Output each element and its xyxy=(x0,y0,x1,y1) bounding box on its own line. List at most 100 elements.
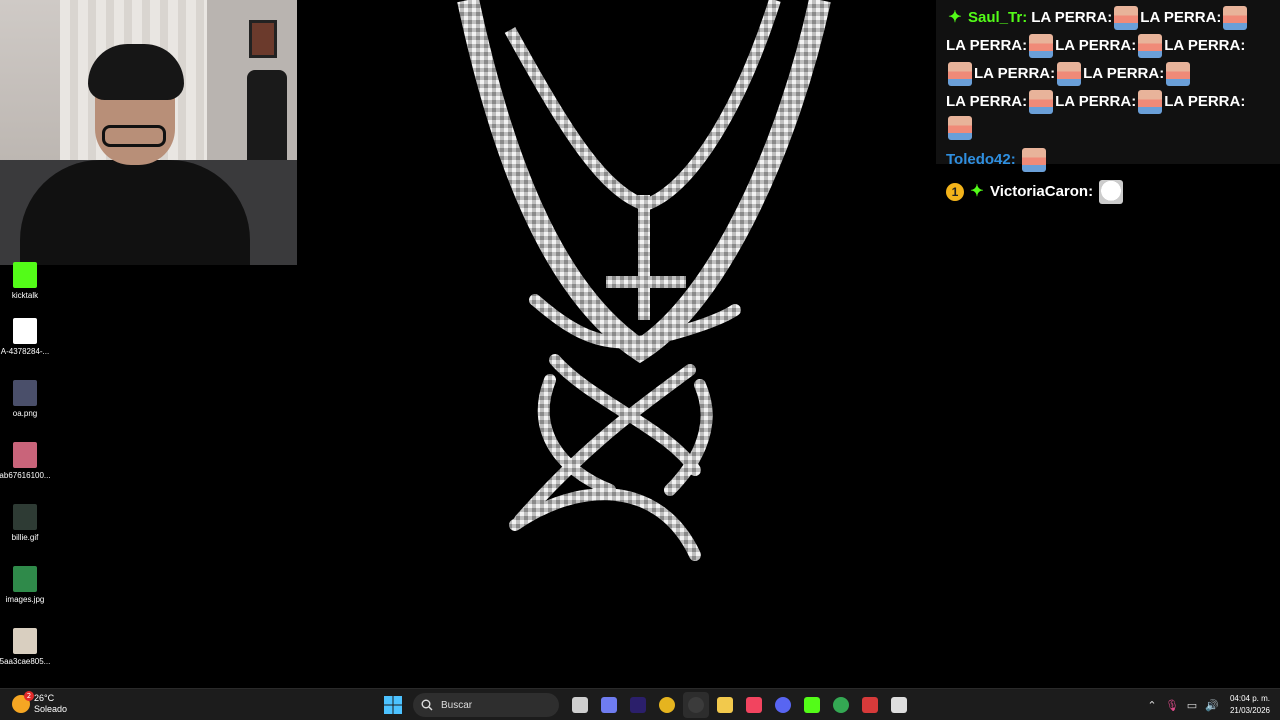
weather-condition: Soleado xyxy=(34,704,68,714)
sub-badge-icon: 1 xyxy=(946,183,964,201)
taskbar: 2 26°C Soleado Buscar ⌃ 🎙 ▭ 🔊 04:04 p. m… xyxy=(0,688,1280,720)
chat-text: LA PERRA: xyxy=(1031,9,1113,26)
gif-file-icon xyxy=(13,504,37,530)
weather-temp: 26°C xyxy=(34,693,55,703)
patrick-emote-icon xyxy=(948,62,972,86)
desktop-icon-label: oa.png xyxy=(12,409,38,418)
taskbar-app[interactable] xyxy=(682,692,709,718)
taskbar-app[interactable] xyxy=(596,692,622,718)
task-view-icon xyxy=(571,697,588,713)
taskbar-app[interactable] xyxy=(857,692,883,718)
app-icon xyxy=(890,697,907,713)
recorder-icon xyxy=(861,697,878,713)
chevron-up-icon[interactable]: ⌃ xyxy=(1142,692,1162,718)
clock[interactable]: 04:04 p. m. 21/03/2026 xyxy=(1230,693,1270,717)
desktop-icon-images[interactable]: images.jpg xyxy=(0,566,50,622)
image-file-icon xyxy=(13,628,37,654)
volume-icon[interactable]: 🔊 xyxy=(1202,692,1222,718)
monitor-icon[interactable]: ▭ xyxy=(1182,692,1202,718)
weather-widget[interactable]: 2 26°C Soleado xyxy=(12,691,68,715)
taskbar-app[interactable] xyxy=(799,692,825,718)
chat-message: ✦ Saul_Tr: LA PERRA: LA PERRA: LA PERRA:… xyxy=(946,4,1270,140)
premiere-icon xyxy=(629,697,646,713)
desktop: kicktalk A-4378284-... oa.png ab67616100… xyxy=(0,0,1280,688)
desktop-icon-ab676[interactable]: ab67616100... xyxy=(0,442,51,498)
clock-time: 04:04 p. m. xyxy=(1229,694,1270,703)
taskbar-app[interactable] xyxy=(828,692,854,718)
desktop-icon-billie[interactable]: billie.gif xyxy=(0,504,50,560)
clock-date: 21/03/2026 xyxy=(1229,706,1270,715)
search-placeholder: Buscar xyxy=(441,699,473,711)
desktop-icon-label: billie.gif xyxy=(11,533,39,542)
system-tray: ⌃ 🎙 ▭ 🔊 04:04 p. m. 21/03/2026 xyxy=(1142,692,1270,718)
copilot-icon xyxy=(600,697,617,713)
wall-picture xyxy=(249,20,277,58)
chat-message: Toledo42: xyxy=(946,146,1270,174)
desktop-icon-label: A-4378284-... xyxy=(0,347,50,356)
taskbar-app[interactable] xyxy=(770,692,796,718)
obs-icon xyxy=(687,697,704,713)
start-button[interactable] xyxy=(380,692,406,718)
taskbar-app[interactable] xyxy=(625,692,651,718)
patrick-emote-icon xyxy=(1029,34,1054,58)
chrome-profile-icon xyxy=(832,697,849,713)
patrick-emote-icon xyxy=(1114,6,1139,30)
notification-badge: 2 xyxy=(24,691,34,701)
chat-username[interactable]: Saul_Tr: xyxy=(968,4,1027,32)
desktop-icon-5aa3[interactable]: 5aa3cae805... xyxy=(0,628,50,684)
patrick-emote-icon xyxy=(1138,34,1163,58)
taskbar-app[interactable] xyxy=(741,692,767,718)
desktop-icon-label: kicktalk xyxy=(11,291,39,300)
desktop-icon-oa[interactable]: oa.png xyxy=(0,380,50,436)
video-file-icon xyxy=(13,318,37,344)
microphone-icon[interactable]: 🎙 xyxy=(1162,692,1182,718)
webcam-overlay xyxy=(0,0,297,265)
chat-username[interactable]: VictoriaCaron: xyxy=(990,178,1093,206)
chat-message: 1 ✦ VictoriaCaron: xyxy=(946,178,1270,206)
chat-text: LA PERRA: xyxy=(1164,93,1246,110)
taskbar-app[interactable] xyxy=(654,692,680,718)
taskbar-app[interactable] xyxy=(712,692,738,718)
patrick-emote-icon xyxy=(1138,90,1163,114)
desktop-icon-kicktalk[interactable]: kicktalk xyxy=(0,262,50,318)
streamer-hair xyxy=(88,44,184,100)
chat-text: LA PERRA: xyxy=(1140,9,1222,26)
chat-text: LA PERRA: xyxy=(1164,37,1246,54)
taskbar-center: Buscar xyxy=(378,692,913,718)
chat-overlay: ✦ Saul_Tr: LA PERRA: LA PERRA: LA PERRA:… xyxy=(936,0,1280,204)
patrick-emote-icon xyxy=(1166,62,1191,86)
kicktalk-icon xyxy=(13,262,37,288)
chat-text: LA PERRA: xyxy=(1055,93,1137,110)
desktop-icon-label: images.jpg xyxy=(5,595,45,604)
sprout-badge-icon: ✦ xyxy=(970,183,984,200)
necklace-image xyxy=(457,0,831,561)
cross-pendant xyxy=(606,195,686,320)
chat-text: LA PERRA: xyxy=(1055,37,1137,54)
sun-icon: 2 xyxy=(12,691,34,713)
chat-username[interactable]: Toledo42: xyxy=(946,146,1016,174)
streamer-body xyxy=(20,160,250,265)
patrick-emote-icon xyxy=(1021,148,1046,172)
chat-text: LA PERRA: xyxy=(946,37,1028,54)
inner-chain xyxy=(504,0,781,212)
search-box[interactable]: Buscar xyxy=(413,693,559,717)
discord-icon xyxy=(774,697,791,713)
patrick-emote-icon xyxy=(1223,6,1248,30)
dog-emote-icon xyxy=(1099,180,1124,204)
chat-text: LA PERRA: xyxy=(974,65,1056,82)
chat-text: LA PERRA: xyxy=(946,93,1028,110)
kick-icon xyxy=(803,697,820,713)
winged-pendant xyxy=(509,294,741,561)
chrome-icon xyxy=(658,697,675,713)
taskbar-app[interactable] xyxy=(886,692,912,718)
search-icon xyxy=(421,699,433,711)
taskbar-app[interactable] xyxy=(567,692,593,718)
desktop-icon-video[interactable]: A-4378284-... xyxy=(0,318,50,374)
windows-icon xyxy=(383,696,402,714)
patrick-emote-icon xyxy=(1057,62,1082,86)
patrick-emote-icon xyxy=(948,116,972,140)
sprout-badge-icon: ✦ xyxy=(948,9,962,26)
image-file-icon xyxy=(13,442,37,468)
desktop-icon-label: ab67616100... xyxy=(0,471,51,480)
glasses xyxy=(102,125,166,147)
